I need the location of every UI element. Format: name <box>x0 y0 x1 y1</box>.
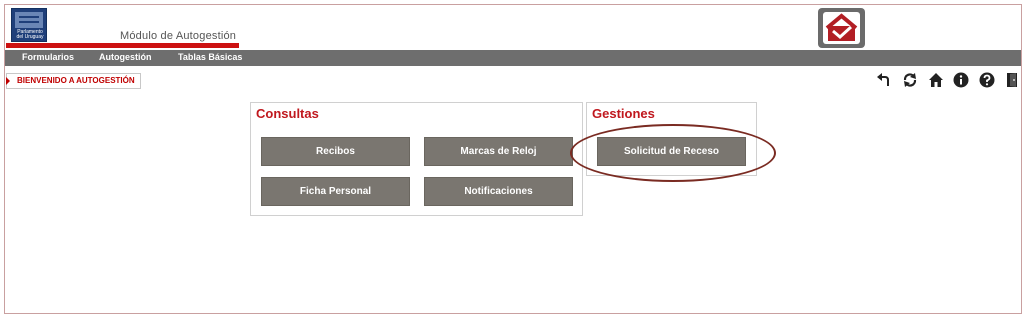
home-icon[interactable] <box>928 72 944 88</box>
ficha-personal-button[interactable]: Ficha Personal <box>261 177 410 206</box>
exit-icon[interactable] <box>1004 72 1020 88</box>
parliament-logo: Parlamento del Uruguay <box>11 8 47 42</box>
info-icon[interactable] <box>953 72 969 88</box>
nav-item-formularios[interactable]: Formularios <box>22 52 74 62</box>
notificaciones-button[interactable]: Notificaciones <box>424 177 573 206</box>
consultas-panel: Consultas Recibos Marcas de Reloj Ficha … <box>250 102 583 216</box>
header-accent-bar <box>6 43 239 48</box>
house-check-icon <box>823 12 860 44</box>
nav-item-autogestion[interactable]: Autogestión <box>99 52 152 62</box>
gestiones-title: Gestiones <box>592 106 655 121</box>
marcas-de-reloj-button[interactable]: Marcas de Reloj <box>424 137 573 166</box>
nav-item-tablas-basicas[interactable]: Tablas Básicas <box>178 52 242 62</box>
recibos-button[interactable]: Recibos <box>261 137 410 166</box>
logo-text: Parlamento del Uruguay <box>16 29 44 40</box>
consultas-title: Consultas <box>256 106 319 121</box>
main-nav: Formularios Autogestión Tablas Básicas <box>5 50 1021 66</box>
back-icon[interactable] <box>876 72 892 88</box>
app-title: Módulo de Autogestión <box>120 30 237 42</box>
refresh-icon[interactable] <box>902 72 918 88</box>
autogestion-logo <box>818 8 865 48</box>
help-icon[interactable] <box>979 72 995 88</box>
welcome-tag: BIENVENIDO A AUTOGESTIÓN <box>6 73 141 89</box>
building-icon <box>15 12 43 28</box>
highlight-oval <box>570 124 776 182</box>
